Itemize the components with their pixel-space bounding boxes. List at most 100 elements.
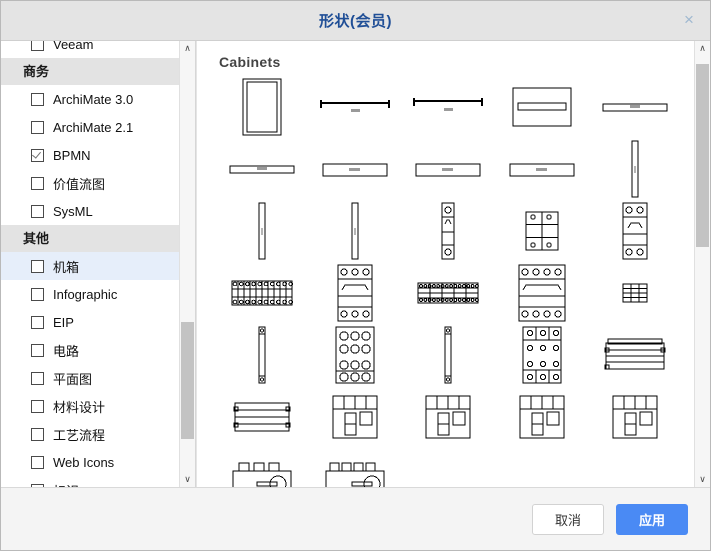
scroll-down-icon[interactable]: ∨ (180, 472, 195, 487)
category-list: Veeam 商务 ArchiMate 3.0 ArchiMate 2.1 BPMN 价值流… (1, 41, 181, 487)
cancel-button[interactable]: 取消 (532, 503, 604, 535)
shape-breaker-1p[interactable] (402, 200, 495, 262)
sidebar-item[interactable]: ArchiMate 3.0 (1, 85, 181, 113)
sidebar-item-label: ArchiMate 3.0 (53, 91, 134, 107)
shapes-dialog: 形状(会员) × Veeam 商务 ArchiMate 3.0 ArchiMate 2… (0, 0, 711, 551)
sidebar-scrollbar-thumb[interactable] (181, 322, 194, 439)
sidebar-item[interactable]: ArchiMate 2.1 (1, 113, 181, 141)
sidebar-group-header: 商务 (1, 58, 181, 85)
checkbox-icon[interactable] (31, 120, 44, 134)
apply-button[interactable]: 应用 (616, 503, 688, 535)
sidebar-item-label: 机箱 (53, 259, 80, 275)
shape-cable-tray-2[interactable] (215, 386, 308, 448)
shape-contactor-6-hole[interactable] (308, 324, 401, 386)
sidebar-item[interactable]: 平面图 (1, 364, 181, 392)
shape-rack-unit-dimension-right[interactable] (402, 76, 495, 138)
sidebar-item[interactable]: 工艺流程 (1, 420, 181, 448)
sidebar-item[interactable]: Veeam (1, 41, 181, 58)
sidebar-item[interactable]: 价值流图 (1, 169, 181, 197)
sidebar-item-label: Web Icons (53, 454, 115, 470)
shape-din-rail-long[interactable] (402, 324, 495, 386)
shape-terminal-block-long[interactable] (215, 262, 308, 324)
shape-din-rail-short[interactable] (215, 324, 308, 386)
sidebar-item-label: 价值流图 (53, 176, 106, 192)
shape-rotary-switch-2[interactable] (308, 448, 401, 487)
shape-rack-unit-dimension-left[interactable] (308, 76, 401, 138)
category-sidebar: Veeam 商务 ArchiMate 3.0 ArchiMate 2.1 BPMN 价值流… (1, 41, 196, 487)
shapes-section-title: Cabinets (219, 54, 281, 70)
checkbox-icon[interactable] (31, 455, 44, 469)
checkbox-checked-icon[interactable] (31, 148, 44, 162)
sidebar-scrollbar[interactable]: ∧ ∨ (179, 41, 195, 487)
shape-breaker-2p[interactable] (589, 200, 682, 262)
checkbox-icon[interactable] (31, 92, 44, 106)
checkbox-icon[interactable] (31, 259, 44, 273)
checkbox-icon[interactable] (31, 343, 44, 357)
dialog-titlebar: 形状(会员) × (1, 1, 710, 41)
checkbox-icon[interactable] (31, 176, 44, 190)
shape-switchgear-3[interactable] (495, 386, 588, 448)
sidebar-item-label: 电路 (53, 343, 80, 359)
sidebar-item-label: 材料设计 (53, 399, 106, 415)
shape-rack-plate-thin-1[interactable] (589, 76, 682, 138)
sidebar-item-label: ArchiMate 2.1 (53, 119, 134, 135)
shape-rail-vertical-1[interactable] (589, 138, 682, 200)
checkbox-icon[interactable] (31, 483, 44, 487)
dialog-body: Veeam 商务 ArchiMate 3.0 ArchiMate 2.1 BPMN 价值流… (1, 41, 710, 487)
sidebar-item-label: Veeam (53, 41, 94, 52)
shape-rack-panel-2[interactable] (402, 138, 495, 200)
shape-rotary-switch-1[interactable] (215, 448, 308, 487)
shape-rail-vertical-2[interactable] (215, 200, 308, 262)
shape-breaker-4p[interactable] (495, 262, 588, 324)
checkbox-icon[interactable] (31, 204, 44, 218)
shapes-scrollbar[interactable]: ∧ ∨ (694, 41, 710, 487)
sidebar-item-label: EIP (53, 314, 74, 330)
sidebar-item[interactable]: Web Icons (1, 448, 181, 476)
checkbox-icon[interactable] (31, 399, 44, 413)
checkbox-icon[interactable] (31, 427, 44, 441)
shape-contactor-9-hole[interactable] (495, 324, 588, 386)
scroll-up-icon[interactable]: ∧ (180, 41, 195, 56)
sidebar-item-label: SysML (53, 203, 93, 219)
shape-rack-cabinet-front[interactable] (215, 76, 308, 138)
dialog-footer: 取消 应用 (1, 487, 710, 550)
sidebar-item-label: 平面图 (53, 371, 93, 387)
checkbox-icon[interactable] (31, 371, 44, 385)
scroll-down-icon[interactable]: ∨ (695, 472, 710, 487)
sidebar-group-header: 其他 (1, 225, 181, 252)
sidebar-item[interactable]: Infographic (1, 280, 181, 308)
sidebar-item[interactable]: 标识 (1, 476, 181, 487)
shape-switchgear-4[interactable] (589, 386, 682, 448)
checkbox-icon[interactable] (31, 315, 44, 329)
sidebar-item-label: Infographic (53, 286, 118, 302)
shape-grid (197, 70, 694, 487)
shape-terminal-block-wide[interactable] (495, 200, 588, 262)
sidebar-item-label: 标识 (53, 481, 79, 488)
checkbox-icon[interactable] (31, 41, 44, 51)
shape-rack-shelf-wide[interactable] (495, 76, 588, 138)
shape-breaker-3p[interactable] (308, 262, 401, 324)
shape-switchgear-1[interactable] (308, 386, 401, 448)
shape-cable-tray-1[interactable] (589, 324, 682, 386)
dialog-title: 形状(会员) (319, 13, 392, 30)
shape-switchgear-2[interactable] (402, 386, 495, 448)
scroll-up-icon[interactable]: ∧ (695, 41, 710, 56)
shape-terminal-strip-5[interactable] (402, 262, 495, 324)
sidebar-item[interactable]: 电路 (1, 336, 181, 364)
shape-rack-panel-3[interactable] (495, 138, 588, 200)
sidebar-item[interactable]: BPMN (1, 141, 181, 169)
checkbox-icon[interactable] (31, 287, 44, 301)
sidebar-item[interactable]: EIP (1, 308, 181, 336)
shapes-scroll-area: Cabinets (197, 41, 694, 487)
shape-rack-panel-1[interactable] (308, 138, 401, 200)
close-icon[interactable]: × (678, 10, 700, 32)
sidebar-item[interactable]: 机箱 (1, 252, 181, 280)
shape-rack-plate-thin-2[interactable] (215, 138, 308, 200)
sidebar-item[interactable]: SysML (1, 197, 181, 225)
shapes-preview-panel: Cabinets ∧ ∨ (196, 41, 710, 487)
shapes-scrollbar-thumb[interactable] (696, 64, 709, 248)
sidebar-item[interactable]: 材料设计 (1, 392, 181, 420)
shape-rail-vertical-3[interactable] (308, 200, 401, 262)
sidebar-item-label: 工艺流程 (53, 427, 106, 443)
shape-terminal-strip-narrow[interactable] (589, 262, 682, 324)
